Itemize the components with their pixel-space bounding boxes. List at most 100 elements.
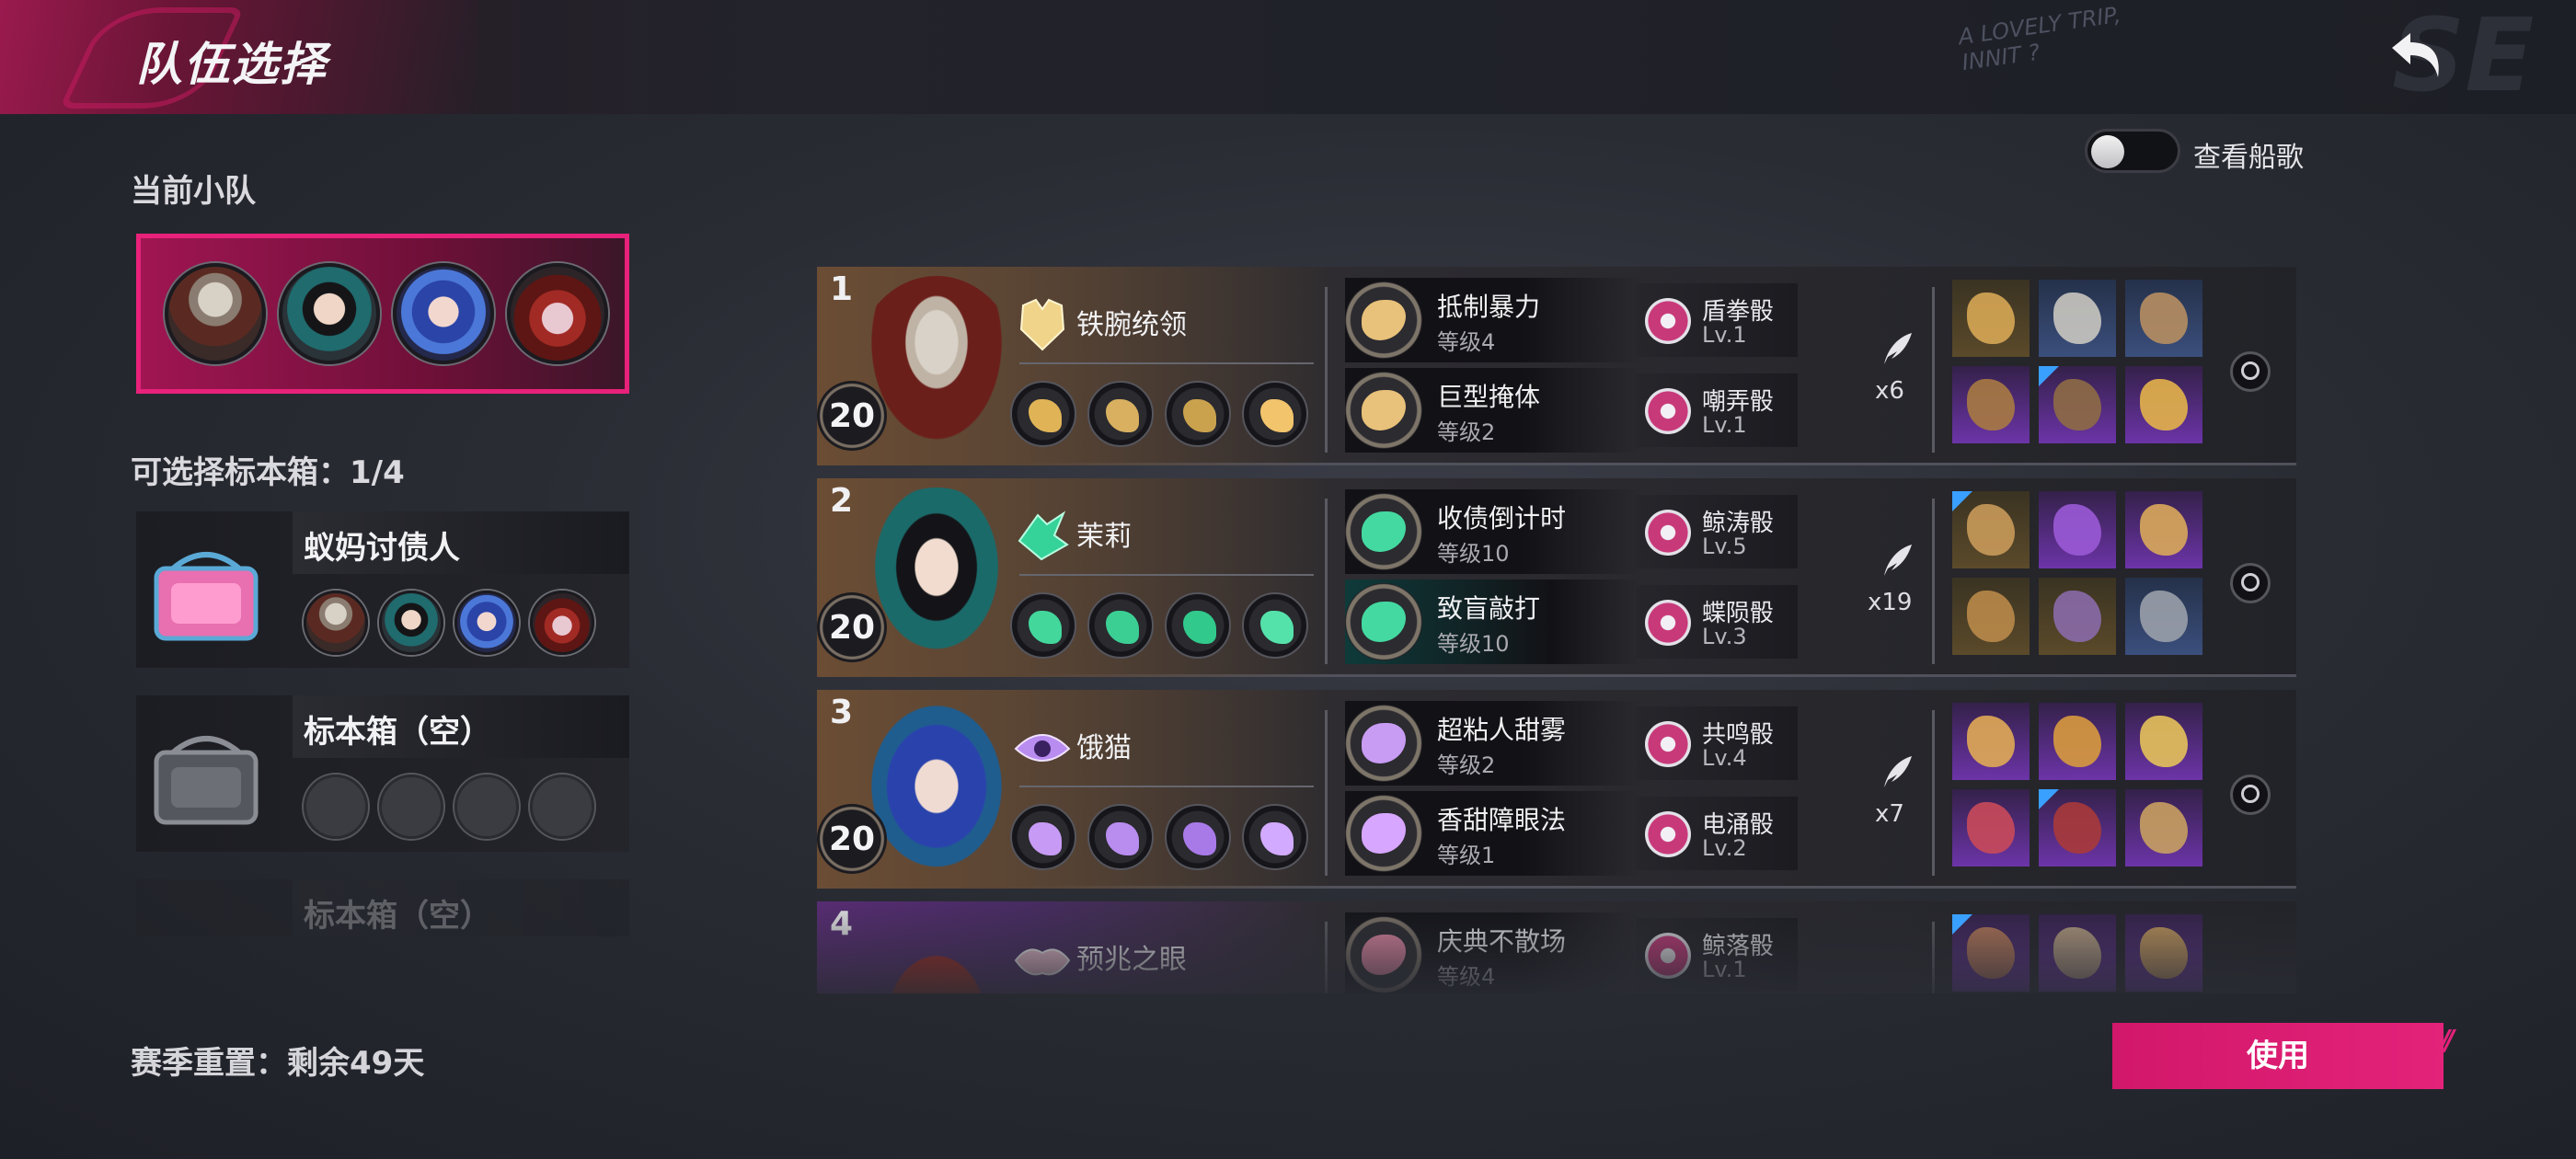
character-name: 预兆之眼 (1076, 944, 1187, 976)
skill-slot[interactable]: 超粘人甜雾 等级2 共鸣骰 Lv.4 (1345, 701, 1798, 786)
equipment-slot[interactable] (2039, 703, 2116, 780)
row-divider (1325, 710, 1328, 876)
equipment-slot[interactable] (2125, 491, 2202, 568)
header-scribble: A LOVELY TRIP, INNIT ? (1956, 1, 2122, 76)
equipment-slot[interactable] (1952, 578, 2030, 655)
equipment-slot[interactable] (2039, 366, 2116, 443)
equipment-slot[interactable] (1952, 280, 2030, 357)
new-flag-icon (1952, 491, 1972, 511)
view-shanty-toggle[interactable] (2085, 129, 2180, 173)
skill-level: 等级2 (1437, 419, 1496, 445)
squad-avatar-omen-eye (507, 263, 608, 364)
roster-row[interactable]: 3 20 饿猫 超粘人甜雾 等级2 共鸣骰 Lv.4 香甜障眼法 等级1 电涌骰… (817, 690, 2296, 889)
inspect-button[interactable] (2230, 351, 2271, 392)
dice-icon (1645, 933, 1691, 979)
specimen-box-card-empty-faded[interactable]: 标本箱（空） (136, 879, 629, 936)
magic-ability-icon[interactable] (1242, 804, 1308, 870)
cross-ability-icon[interactable] (1010, 804, 1076, 870)
sticky-mist-skill-icon (1345, 705, 1422, 782)
fist-ability-icon[interactable] (1010, 381, 1076, 447)
equipment-slot[interactable] (2039, 914, 2116, 992)
team-roster: 1 20 铁腕统领 抵制暴力 等级4 盾拳骰 Lv.1 巨型掩体 等级2 嘲弄骰… (817, 267, 2296, 993)
equipment-slot[interactable] (2125, 578, 2202, 655)
skill-slot[interactable]: 香甜障眼法 等级1 电涌骰 Lv.2 (1345, 791, 1798, 876)
skill-name: 抵制暴力 (1437, 292, 1541, 322)
row-divider (1325, 499, 1328, 664)
spark-ability-icon[interactable] (1087, 804, 1154, 870)
equipment-slot[interactable] (2125, 366, 2202, 443)
equipment-slot[interactable] (2125, 703, 2202, 780)
equipment-slot[interactable] (2039, 578, 2116, 655)
equipment-grid (1952, 914, 2202, 992)
equipment-slot[interactable] (1952, 789, 2030, 866)
use-button[interactable]: 使用 // (2112, 1023, 2455, 1089)
specimen-box-card-empty[interactable]: 标本箱（空） (136, 695, 629, 852)
slot-number: 2 (830, 482, 854, 520)
countdown-skill-icon (1345, 493, 1422, 570)
skill-slot[interactable]: 致盲敲打 等级10 蝶陨骰 Lv.3 (1345, 580, 1798, 664)
bolt-ability-icon[interactable] (1242, 592, 1308, 659)
dash-ability-icon[interactable] (1087, 592, 1154, 659)
dice-level: Lv.3 (1702, 624, 1747, 649)
toggle-knob (2091, 135, 2124, 168)
equipment-slot[interactable] (2125, 789, 2202, 866)
equipment-slot[interactable] (1952, 914, 2030, 992)
level-badge: 20 (817, 804, 887, 874)
skill-name: 超粘人甜雾 (1437, 715, 1567, 745)
box-avatars (304, 775, 594, 839)
bulldog-skill-icon (1345, 372, 1422, 449)
skill-level: 等级2 (1437, 752, 1496, 778)
skill-slot[interactable]: 抵制暴力 等级4 盾拳骰 Lv.1 (1345, 278, 1798, 362)
equipment-slot[interactable] (2039, 491, 2116, 568)
new-flag-icon (2039, 366, 2059, 386)
armor-ability-icon[interactable] (1087, 381, 1154, 447)
current-squad-panel[interactable] (136, 234, 629, 394)
character-name: 饿猫 (1076, 732, 1132, 764)
feather-count: x19 (1868, 589, 1913, 616)
skill-slot[interactable]: 巨型掩体 等级2 嘲弄骰 Lv.1 (1345, 368, 1798, 453)
crowd-ability-icon[interactable] (1165, 381, 1231, 447)
feather-icon (1884, 756, 1912, 787)
equipment-slot[interactable] (1952, 703, 2030, 780)
box-name: 蚁妈讨债人 (304, 530, 460, 567)
inspect-button[interactable] (2230, 563, 2271, 603)
equipment-slot[interactable] (1952, 491, 2030, 568)
equipment-slot[interactable] (1952, 366, 2030, 443)
sword-ability-icon[interactable] (1010, 592, 1076, 659)
character-name: 茉莉 (1076, 521, 1132, 553)
slash-ability-icon[interactable] (1165, 592, 1231, 659)
equipment-slot[interactable] (2125, 914, 2202, 992)
burst-ability-icon[interactable] (1165, 804, 1231, 870)
skill-level: 等级10 (1437, 541, 1510, 567)
ability-icons (1010, 592, 1308, 659)
skill-name: 致盲敲打 (1437, 593, 1541, 624)
feather-count: x6 (1875, 377, 1904, 405)
dice-icon (1645, 510, 1691, 556)
claw-class-icon (1018, 511, 1069, 561)
skill-level: 等级1 (1437, 843, 1496, 868)
roster-row[interactable]: 4 预兆之眼 庆典不散场 等级4 鲸落骰 Lv.1 (817, 901, 2296, 993)
skill-slot[interactable]: 收债倒计时 等级10 鲸涛骰 Lv.5 (1345, 489, 1798, 574)
roster-row[interactable]: 1 20 铁腕统领 抵制暴力 等级4 盾拳骰 Lv.1 巨型掩体 等级2 嘲弄骰… (817, 267, 2296, 465)
slot-number: 3 (830, 694, 854, 731)
shout-ability-icon[interactable] (1242, 381, 1308, 447)
equipment-slot[interactable] (2039, 789, 2116, 866)
name-divider (1019, 362, 1314, 364)
dice-icon (1645, 811, 1691, 857)
page-title: 队伍选择 (136, 38, 328, 91)
slot-number: 4 (830, 905, 854, 943)
box-avatar (530, 591, 594, 655)
equipment-slot[interactable] (2039, 280, 2116, 357)
illusion-skill-icon (1345, 795, 1422, 872)
roster-row[interactable]: 2 20 茉莉 收债倒计时 等级10 鲸涛骰 Lv.5 致盲敲打 等级10 蝶陨… (817, 478, 2296, 677)
skill-slot[interactable]: 庆典不散场 等级4 鲸落骰 Lv.1 (1345, 912, 1798, 993)
inspect-button[interactable] (2230, 775, 2271, 815)
back-button[interactable] (2383, 28, 2447, 86)
equipment-slot[interactable] (2125, 280, 2202, 357)
box-avatar (454, 591, 519, 655)
empty-avatar-slot (304, 775, 368, 839)
row-divider (1932, 710, 1935, 876)
skill-level: 等级10 (1437, 631, 1510, 657)
feather-icon (1884, 545, 1912, 576)
specimen-box-card[interactable]: 蚁妈讨债人 (136, 511, 629, 668)
